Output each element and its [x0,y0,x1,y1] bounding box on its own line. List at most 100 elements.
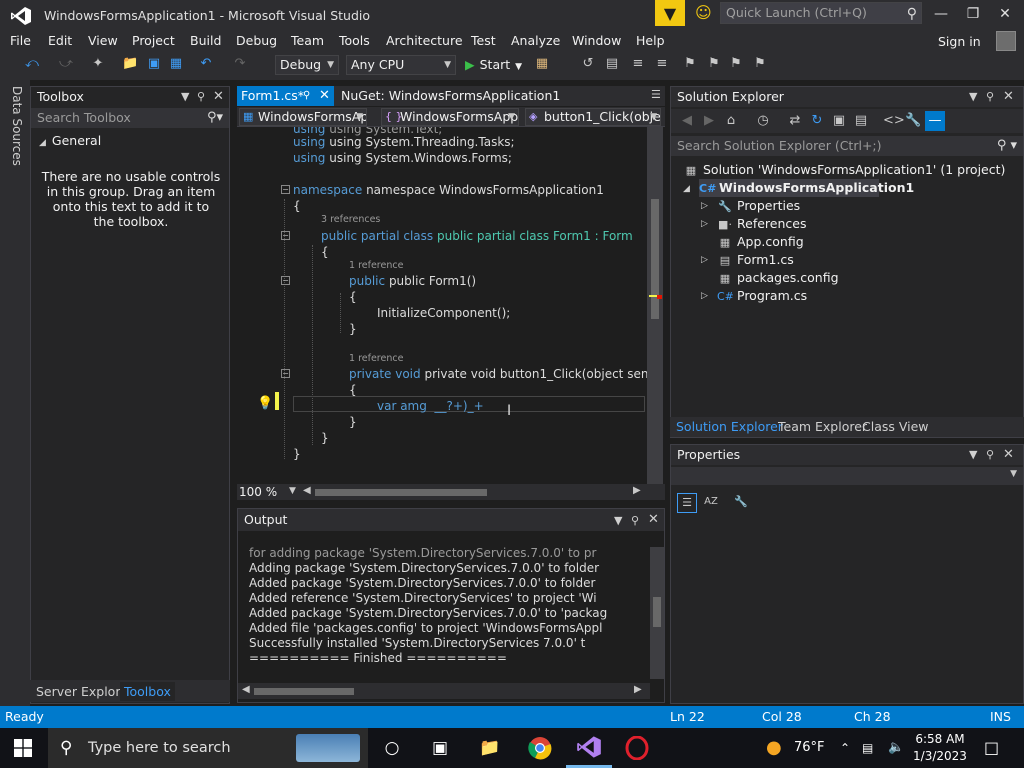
tab-team-explorer[interactable]: Team Explorer [774,419,871,434]
toolbox-group-general[interactable]: ◢ General [39,133,101,148]
toolbox-search-input[interactable]: Search Toolbox ⚲▾ [31,108,229,128]
pending-changes-icon[interactable]: ◷ [755,113,771,129]
scroll-left-icon[interactable]: ◀ [242,684,250,695]
account-avatar-icon[interactable] [996,31,1016,51]
project-nav-select[interactable]: ▦ WindowsFormsApp ▼ [239,108,367,126]
weather-sun-icon[interactable]: ● [766,728,782,768]
pin-icon[interactable]: ⚲ [197,87,205,107]
expand-triangle-icon[interactable]: ▷ [701,219,708,229]
cortana-icon[interactable]: ○ [380,736,404,760]
tray-chevron-up-icon[interactable]: ⌃ [840,728,850,768]
expand-triangle-icon[interactable]: ▷ [701,291,708,301]
bookmark-folder-icon[interactable]: ⚑ [752,56,768,72]
editor-horizontal-scroll-thumb[interactable] [315,489,487,496]
find-in-files-icon[interactable]: ▦ [534,56,550,72]
menu-build[interactable]: Build [190,33,221,48]
home-icon[interactable]: ⌂ [723,113,739,129]
sign-in-link[interactable]: Sign in [938,34,981,49]
open-file-icon[interactable]: 📁 [122,56,138,72]
pin-icon[interactable]: ⚲ [303,86,310,106]
notifications-flag-icon[interactable]: ▼ [655,0,685,26]
tree-item-program-cs[interactable]: C# Program.cs [717,287,807,305]
codelens-references[interactable]: 3 references [321,214,380,225]
sync-icon[interactable]: ⇄ [787,113,803,129]
member-nav-select[interactable]: ◈ button1_Click(objec ▼ [525,108,661,126]
taskbar-clock[interactable]: 6:58 AM 1/3/2023 [912,731,968,765]
tree-project[interactable]: C# WindowsFormsApplication1 [699,179,914,197]
step-into-icon[interactable]: ▤ [604,56,620,72]
visual-studio-taskbar-icon[interactable] [576,734,602,760]
menu-file[interactable]: File [10,33,31,48]
close-icon[interactable]: ✕ [319,86,330,106]
bookmark-next-icon[interactable]: ⚑ [728,56,744,72]
solution-configuration-select[interactable]: Debug ▼ [275,55,339,75]
tab-class-view[interactable]: Class View [858,419,933,434]
tree-item-properties[interactable]: 🔧 Properties [717,197,800,215]
window-menu-chevron-icon[interactable]: ▼ [614,510,622,532]
scroll-thumb[interactable] [254,688,354,695]
windows-start-icon[interactable] [14,739,32,757]
type-nav-select[interactable]: { } WindowsFormsApp ▼ [381,108,519,126]
undo-icon[interactable]: ↶ [198,56,214,72]
menu-tools[interactable]: Tools [339,33,370,48]
task-view-icon[interactable]: ▣ [428,736,452,760]
comment-icon[interactable]: ≡ [630,56,646,72]
refresh-icon[interactable]: ↻ [809,113,825,129]
categorized-icon[interactable]: ☰ [677,493,697,513]
scroll-right-icon[interactable]: ▶ [633,485,641,496]
close-icon[interactable]: ✕ [648,509,659,531]
tree-solution[interactable]: ▦ Solution 'WindowsFormsApplication1' (1 … [683,161,1006,179]
scroll-left-icon[interactable]: ◀ [303,485,311,496]
close-icon[interactable]: ✕ [213,87,224,107]
save-all-icon[interactable]: ▦ [168,56,184,72]
collapse-triangle-icon[interactable]: ◢ [683,184,690,194]
tab-solution-explorer[interactable]: Solution Explorer [672,419,787,434]
tab-overflow-icon[interactable]: ☰ [651,88,661,101]
pin-icon[interactable]: ⚲ [986,445,994,465]
alphabetical-icon[interactable]: AZ [701,493,721,513]
scroll-thumb[interactable] [651,199,659,319]
forward-icon[interactable]: ▶ [701,113,717,129]
close-button[interactable]: ✕ [990,4,1020,24]
tree-item-form1-cs[interactable]: ▤ Form1.cs [717,251,794,269]
navigate-back-icon[interactable]: ⤺ [24,56,40,72]
menu-help[interactable]: Help [636,33,665,48]
editor-vertical-scrollbar[interactable] [647,127,663,484]
code-editor[interactable]: using using System.Text; using using Sys… [237,127,647,484]
view-code-icon[interactable]: <> [883,113,905,129]
volume-icon[interactable]: 🔈 [888,728,904,768]
tree-item-packages-config[interactable]: ▦ packages.config [717,269,839,287]
codelens-references[interactable]: 1 reference [349,353,403,364]
window-menu-chevron-icon[interactable]: ▼ [181,87,189,107]
menu-window[interactable]: Window [572,33,621,48]
taskbar-search-input[interactable]: ⚲ Type here to search [48,728,368,768]
solution-platform-select[interactable]: Any CPU ▼ [346,55,456,75]
network-icon[interactable]: ▤ [862,728,873,768]
new-project-icon[interactable]: ✦ [90,56,106,72]
step-over-icon[interactable]: ↺ [580,56,596,72]
pin-icon[interactable]: ⚲ [631,510,639,532]
data-sources-tab[interactable]: Data Sources [10,86,24,166]
scroll-thumb[interactable] [653,597,661,627]
solution-search-input[interactable]: Search Solution Explorer (Ctrl+;) ⚲ ▾ [671,136,1023,156]
tab-form1-cs[interactable]: Form1.cs* ⚲ ✕ [237,86,334,106]
tree-item-app-config[interactable]: ▦ App.config [717,233,804,251]
menu-project[interactable]: Project [132,33,175,48]
uncomment-icon[interactable]: ≡ [654,56,670,72]
window-menu-chevron-icon[interactable]: ▼ [969,87,977,107]
back-icon[interactable]: ◀ [679,113,695,129]
codelens-references[interactable]: 1 reference [349,260,403,271]
toolbox-tab[interactable]: Toolbox [120,682,175,701]
close-icon[interactable]: ✕ [1003,445,1014,465]
chevron-down-icon[interactable]: ▼ [289,486,296,496]
close-icon[interactable]: ✕ [1003,87,1014,107]
properties-object-select[interactable]: ▼ [671,467,1023,485]
property-pages-icon[interactable]: 🔧 [731,493,751,513]
feedback-smiley-icon[interactable]: ☺ [695,4,713,22]
pin-icon[interactable]: ⚲ [986,87,994,107]
redo-icon[interactable]: ↷ [232,56,248,72]
bookmark-prev-icon[interactable]: ⚑ [706,56,722,72]
preview-selected-icon[interactable]: — [925,111,945,131]
collapse-all-icon[interactable]: ▣ [831,113,847,129]
menu-debug[interactable]: Debug [236,33,277,48]
